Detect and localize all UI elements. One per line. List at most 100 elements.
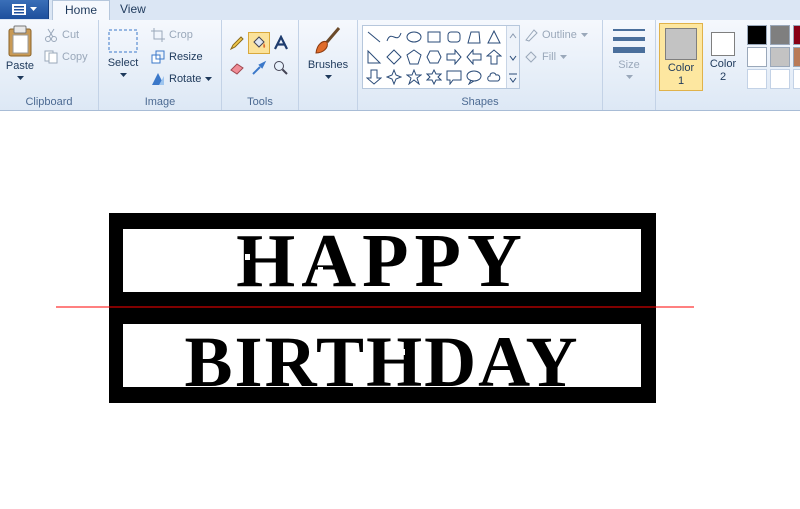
tools-group: Tools — [222, 20, 299, 110]
palette-swatch[interactable] — [793, 69, 800, 89]
brushes-group: Brushes — [299, 20, 358, 110]
eraser-icon — [230, 63, 244, 75]
six-point-star-icon — [426, 69, 442, 85]
left-arrow-shape[interactable] — [464, 47, 484, 67]
paste-button[interactable]: Paste — [4, 25, 36, 84]
birthday-text: BIRTHDAY — [185, 322, 580, 402]
paint-bucket-icon — [253, 36, 266, 48]
outline-button[interactable]: Outline — [524, 25, 588, 45]
polygon-icon — [467, 31, 481, 44]
copy-button[interactable]: Copy — [44, 47, 88, 67]
copy-icon — [44, 50, 58, 64]
cloud-callout-shape[interactable] — [484, 67, 504, 87]
select-button[interactable]: Select — [105, 28, 141, 81]
size-group: Size — [603, 20, 656, 110]
palette-swatch[interactable] — [793, 25, 800, 45]
fill-button[interactable]: Fill — [524, 47, 568, 67]
size-button[interactable]: Size — [609, 26, 649, 83]
clipboard-group-label: Clipboard — [25, 96, 73, 108]
chevron-down-icon — [324, 75, 332, 79]
text-icon — [274, 35, 288, 50]
color2-button[interactable]: Color 2 — [702, 23, 744, 89]
shapes-group-label: Shapes — [461, 96, 499, 108]
tab-view[interactable]: View — [108, 0, 158, 20]
right-triangle-icon — [367, 49, 382, 64]
line-width-icon — [613, 29, 645, 53]
pencil-tool[interactable] — [226, 32, 248, 54]
right-arrow-shape[interactable] — [444, 47, 464, 67]
scissors-icon — [45, 28, 57, 42]
oval-shape[interactable] — [404, 27, 424, 47]
rectangle-shape[interactable] — [424, 27, 444, 47]
brush-icon — [315, 27, 341, 54]
text-tool[interactable] — [270, 32, 292, 54]
polygon-shape[interactable] — [464, 27, 484, 47]
palette-swatch[interactable] — [770, 69, 790, 89]
right-triangle-shape[interactable] — [364, 47, 384, 67]
pencil-icon — [229, 36, 244, 51]
app-menu-button[interactable] — [0, 0, 49, 19]
oval-callout-shape[interactable] — [464, 67, 484, 87]
crop-icon — [151, 28, 165, 42]
eraser-tool[interactable] — [226, 57, 248, 79]
chevron-down-icon — [580, 32, 588, 37]
color-picker-tool[interactable] — [248, 57, 270, 79]
palette-swatch[interactable] — [747, 69, 767, 89]
rectangular-callout-icon — [446, 70, 462, 85]
resize-button[interactable]: Resize — [151, 47, 203, 67]
crop-button[interactable]: Crop — [151, 25, 193, 45]
four-point-star-icon — [386, 69, 402, 85]
paste-label: Paste — [5, 60, 35, 72]
color1-button[interactable]: Color 1 — [659, 23, 703, 91]
rotate-icon — [152, 73, 164, 85]
palette-swatch[interactable] — [747, 47, 767, 67]
chevron-down-icon — [205, 76, 213, 81]
pentagon-shape[interactable] — [404, 47, 424, 67]
five-point-star-shape[interactable] — [404, 67, 424, 87]
triangle-icon — [487, 29, 501, 44]
rectangular-callout-shape[interactable] — [444, 67, 464, 87]
tab-home[interactable]: Home — [52, 0, 111, 21]
resize-icon — [151, 50, 165, 64]
color1-label: Color 1 — [667, 62, 695, 87]
shapes-gallery — [362, 25, 520, 89]
curve-shape[interactable] — [384, 27, 404, 47]
outline-label: Outline — [542, 29, 577, 41]
cut-label: Cut — [62, 29, 80, 41]
oval-callout-icon — [466, 70, 482, 85]
hexagon-icon — [426, 50, 442, 64]
chevron-down-icon — [560, 54, 568, 59]
canvas-drawing: HAPPY BIRTHDAY — [56, 213, 694, 403]
drawing-canvas[interactable]: HAPPY BIRTHDAY — [0, 111, 800, 506]
brushes-button[interactable]: Brushes — [305, 26, 351, 83]
rotate-button[interactable]: Rotate — [151, 69, 213, 89]
four-point-star-shape[interactable] — [384, 67, 404, 87]
line-icon — [367, 31, 381, 43]
color2-swatch — [711, 32, 735, 56]
triangle-shape[interactable] — [484, 27, 504, 47]
rounded-rectangle-shape[interactable] — [444, 27, 464, 47]
diamond-shape[interactable] — [384, 47, 404, 67]
magnifier-icon — [274, 61, 288, 75]
paste-icon — [8, 25, 32, 57]
fill-tool[interactable] — [248, 32, 270, 54]
palette-swatch[interactable] — [770, 47, 790, 67]
cloud-callout-icon — [487, 72, 501, 82]
down-arrow-shape[interactable] — [364, 67, 384, 87]
hexagon-shape[interactable] — [424, 47, 444, 67]
five-point-star-icon — [406, 69, 422, 85]
line-shape[interactable] — [364, 27, 384, 47]
stencil-bridge — [318, 267, 323, 272]
palette-swatch[interactable] — [793, 47, 800, 67]
eyedropper-icon — [252, 60, 267, 75]
six-point-star-shape[interactable] — [424, 67, 444, 87]
palette-swatch[interactable] — [747, 25, 767, 45]
right-arrow-icon — [446, 49, 462, 65]
ribbon-tab-bar: Home View — [0, 0, 800, 21]
up-arrow-shape[interactable] — [484, 47, 504, 67]
magnifier-tool[interactable] — [270, 57, 292, 79]
palette-swatch[interactable] — [770, 25, 790, 45]
shapes-gallery-scrollbar[interactable] — [506, 26, 519, 88]
chevron-down-icon — [625, 75, 633, 79]
cut-button[interactable]: Cut — [44, 25, 79, 45]
